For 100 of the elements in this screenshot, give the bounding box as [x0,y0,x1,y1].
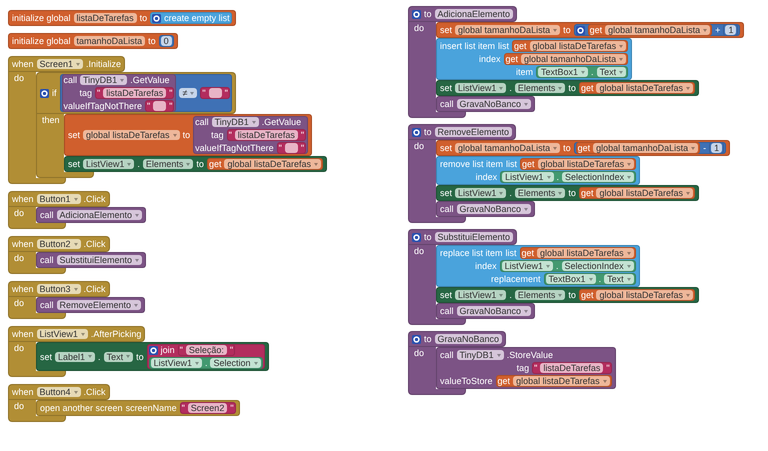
dropdown[interactable]: global tamanhoDaLista [593,143,698,153]
dropdown[interactable]: ListView1 [83,159,134,169]
dropdown[interactable]: global listaDeTarefas [513,376,610,386]
gear-icon[interactable] [40,88,49,98]
dropdown[interactable]: Text [604,274,634,284]
dropdown[interactable]: global listaDeTarefas [596,290,693,300]
text-field[interactable]: listaDeTarefas [103,88,166,98]
dropdown[interactable]: global tamanhoDaLista [455,25,560,35]
gear-icon[interactable] [412,334,421,344]
text-field[interactable]: 1 [725,25,736,35]
block-label: screenName [126,403,177,413]
gear-icon[interactable] [412,10,421,18]
block-label: get [578,143,590,153]
dropdown[interactable]: global listaDeTarefas [224,159,321,169]
block-label: when [12,329,34,339]
dropdown[interactable]: ListView1 [150,358,202,368]
dropdown[interactable]: Elements [514,290,566,300]
dropdown[interactable]: Label1 [55,352,96,362]
block-label: insert list item [440,41,496,51]
dropdown[interactable]: Elements [514,83,566,93]
text-field[interactable]: listaDeTarefas [234,130,298,140]
block-label: set [40,352,52,362]
text-field[interactable]: SubstituiElemento [434,232,514,242]
text-field[interactable]: Screen2 [188,403,228,413]
caret-icon [74,242,78,246]
dropdown[interactable]: global tamanhoDaLista [455,143,560,153]
dropdown[interactable]: Text [104,352,134,362]
text-field[interactable]: GravaNoBanco [434,334,502,344]
block-label: do [14,253,24,263]
gear-icon[interactable] [412,128,421,136]
gear-icon[interactable] [576,26,585,34]
text-field[interactable]: Seleção: [186,345,227,355]
dropdown[interactable]: Button2 [36,239,81,249]
gear-icon[interactable] [152,14,162,22]
block-label: get [590,25,602,35]
block-label: remove list item [440,159,504,169]
dropdown[interactable]: Selection [210,358,260,368]
dropdown[interactable]: GravaNoBanco [456,99,532,109]
dropdown[interactable]: TinyDB1 [456,350,504,360]
block-label: tag [516,363,530,373]
dropdown[interactable]: global listaDeTarefas [83,130,180,140]
dropdown[interactable]: ListView1 [502,172,554,182]
block-label: " [202,88,206,98]
dropdown[interactable]: global listaDeTarefas [596,188,693,198]
gear-icon[interactable] [148,346,158,354]
dropdown[interactable]: global listaDeTarefas [530,41,626,51]
dropdown[interactable]: TextBox1 [538,67,588,77]
block-label: to [424,334,432,344]
block-label: to [424,127,432,137]
text-field[interactable]: tamanhoDaLista [74,36,146,46]
dropdown[interactable]: global tamanhoDaLista [605,25,710,35]
caret-icon [558,86,562,90]
block-label: " [606,363,610,373]
dropdown[interactable]: ListView1 [455,290,506,300]
block-label: call [440,99,454,109]
caret-icon [76,62,80,66]
dropdown[interactable]: RemoveElemento [56,300,142,310]
text-field[interactable]: listaDeTarefas [540,363,604,373]
dropdown[interactable]: ListView1 [36,329,88,339]
gear-icon[interactable] [412,232,421,242]
text-field[interactable]: 1 [711,143,722,153]
block-label: set [68,159,80,169]
dropdown[interactable]: global tamanhoDaLista [521,54,626,64]
dropdown[interactable]: Elements [142,159,194,169]
caret-icon [190,92,194,94]
block-label: " [169,88,172,98]
dropdown[interactable]: Button1 [36,194,81,204]
dropdown[interactable]: GravaNoBanco [456,204,532,214]
dropdown[interactable]: AdicionaElemento [56,210,142,220]
dropdown[interactable]: global listaDeTarefas [538,159,634,169]
block-label: do [14,401,24,411]
dropdown[interactable]: global listaDeTarefas [537,248,634,258]
dropdown[interactable]: GravaNoBanco [456,306,532,316]
block-label: do [414,141,424,151]
dropdown[interactable]: SelectionIndex [562,261,634,271]
block-label: set [68,130,80,140]
text-field[interactable]: AdicionaElemento [434,9,514,19]
dropdown[interactable]: SelectionIndex [562,172,634,182]
dropdown[interactable]: TinyDB1 [212,117,259,127]
dropdown[interactable]: TextBox1 [546,274,596,284]
dropdown[interactable]: ListView1 [455,188,506,198]
block-label: .AfterPicking [90,329,142,339]
dropdown[interactable]: ListView1 [455,83,506,93]
text-field[interactable]: 0 [160,36,172,46]
block-label: call [440,204,454,214]
dropdown[interactable]: ListView1 [502,261,554,271]
text-field[interactable]: listaDeTarefas [74,13,137,23]
dropdown[interactable]: SubstituiElemento [56,255,142,265]
dropdown[interactable]: global listaDeTarefas [596,83,693,93]
dropdown[interactable]: Elements [514,188,566,198]
dropdown[interactable]: ≠ [179,88,198,98]
dropdown[interactable]: Button4 [36,387,81,397]
block-label: valueIfTagNotThere [64,101,142,111]
block-label: call [440,350,454,360]
dropdown[interactable]: Text [596,67,626,77]
block-label: when [12,239,34,249]
dropdown[interactable]: TinyDB1 [80,75,128,85]
dropdown[interactable]: Button3 [36,284,81,294]
text-field[interactable]: RemoveElemento [434,127,512,137]
dropdown[interactable]: Screen1 [36,59,84,69]
